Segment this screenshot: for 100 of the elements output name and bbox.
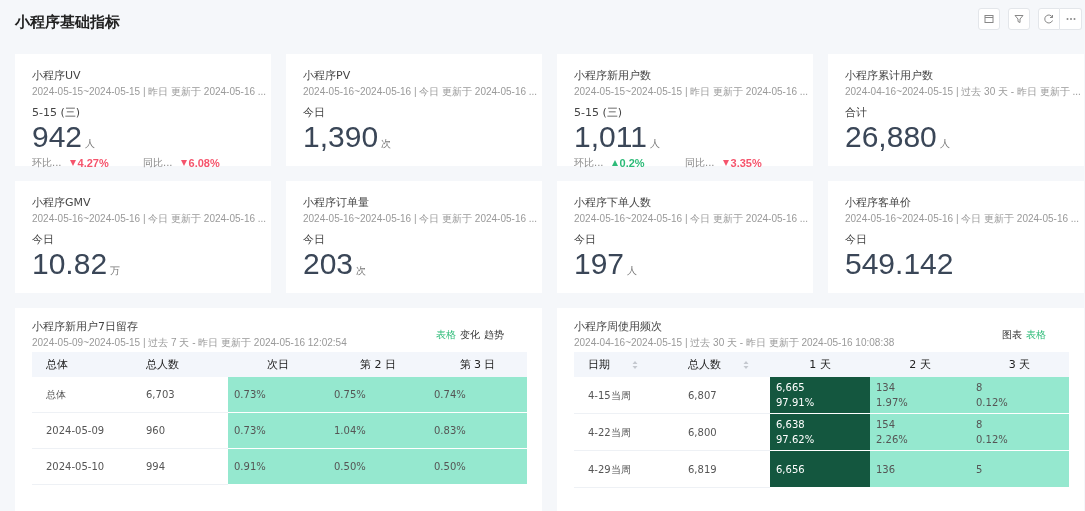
heat-cell: 0.50% [428, 448, 527, 485]
comparison-value: 0.2% [619, 157, 645, 169]
metric-value: 1,390 [303, 120, 379, 154]
panel-meta: 2024-04-16~2024-05-15 | 过去 30 天 - 昨日 更新于 2024-05-16 10:08:38 [574, 336, 895, 350]
card-meta: 2024-05-15~2024-05-15 | 昨日 更新于 2024-05-16 ... [32, 85, 268, 99]
heat-cell: 1.04% [328, 412, 428, 449]
card-title: 小程序客单价 [845, 195, 912, 210]
card-title: 小程序UV [32, 68, 82, 83]
table-cell: 4-15当周 [574, 377, 674, 414]
column-header: 总人数 [146, 358, 179, 371]
comparison-label: 环比... [574, 156, 604, 170]
calendar-icon [984, 14, 994, 24]
column-header: 第 2 日 [360, 358, 396, 371]
sort-icon[interactable] [743, 359, 749, 370]
card-meta: 2024-04-16~2024-05-15 | 过去 30 天 - 昨日 更新于 ... [845, 85, 1082, 99]
heat-cell: 0.74% [428, 377, 527, 413]
up-triangle-icon [611, 160, 618, 166]
heat-cell: 0.75% [328, 377, 428, 413]
down-triangle-icon [180, 160, 187, 166]
filter-button[interactable] [1008, 8, 1030, 30]
period-label: 合计 [845, 105, 868, 120]
card-meta: 2024-05-16~2024-05-16 | 今日 更新于 2024-05-16 ... [574, 212, 810, 226]
period-label: 5-15 (三) [32, 105, 82, 120]
comparison-value: 4.27% [77, 157, 109, 169]
view-tab[interactable]: 趋势 [484, 319, 504, 350]
more-button[interactable] [1060, 8, 1082, 30]
more-icon [1065, 17, 1076, 21]
heat-cell: 6,665 97.91% [770, 377, 870, 414]
card-title: 小程序GMV [32, 195, 92, 210]
table-cell: 2024-05-09 [32, 412, 132, 449]
period-label: 今日 [32, 232, 55, 247]
period-label: 5-15 (三) [574, 105, 624, 120]
metric-unit: 人 [649, 137, 660, 151]
comparison-value: 6.08% [188, 157, 220, 169]
refresh-button[interactable] [1038, 8, 1060, 30]
comparison-label: 同比... [143, 156, 173, 170]
comparison-label: 同比... [685, 156, 715, 170]
card-title: 小程序新用户数 [574, 68, 652, 83]
heat-cell: 8 0.12% [970, 413, 1069, 451]
panel-title: 小程序新用户7日留存 [32, 319, 139, 334]
card-meta: 2024-05-16~2024-05-16 | 今日 更新于 2024-05-16 ... [303, 85, 539, 99]
view-tab[interactable]: 图表 [1002, 319, 1022, 350]
heat-cell: 154 2.26% [870, 413, 970, 451]
column-header: 2 天 [909, 358, 931, 371]
card-meta: 2024-05-15~2024-05-15 | 昨日 更新于 2024-05-16 ... [574, 85, 810, 99]
heat-cell: 134 1.97% [870, 377, 970, 414]
card-meta: 2024-05-16~2024-05-16 | 今日 更新于 2024-05-16 ... [845, 212, 1081, 226]
sort-icon[interactable] [632, 359, 638, 370]
down-triangle-icon [69, 160, 76, 166]
card-title: 小程序PV [303, 68, 352, 83]
column-header: 第 3 日 [459, 358, 496, 371]
heat-cell: 0.73% [228, 377, 328, 413]
column-header[interactable]: 日期 [588, 357, 610, 372]
heat-cell: 0.73% [228, 412, 328, 449]
column-header: 3 天 [1008, 358, 1031, 371]
metric-unit: 次 [356, 264, 367, 278]
comparison-value: 3.35% [730, 157, 762, 169]
metric-unit: 人 [627, 264, 638, 278]
panel-title: 小程序周使用频次 [574, 319, 663, 334]
period-label: 今日 [303, 232, 326, 247]
metric-unit: 人 [939, 137, 950, 151]
column-header: 总体 [46, 358, 68, 371]
heat-cell: 5 [970, 450, 1069, 488]
metric-value: 26,880 [845, 120, 937, 154]
card-title: 小程序订单量 [303, 195, 370, 210]
comparison-label: 环比... [32, 156, 62, 170]
period-label: 今日 [845, 232, 868, 247]
metric-unit: 次 [381, 137, 392, 151]
metric-value: 203 [303, 247, 354, 281]
table-cell: 2024-05-10 [32, 448, 132, 485]
page-title: 小程序基础指标 [15, 12, 120, 32]
heat-cell: 0.50% [328, 448, 428, 485]
metric-value: 197 [574, 247, 625, 281]
metric-value: 942 [32, 120, 83, 154]
heat-cell: 0.91% [228, 448, 328, 485]
metric-unit: 万 [110, 264, 121, 278]
table-cell: 4-22当周 [574, 413, 674, 451]
card-meta: 2024-05-16~2024-05-16 | 今日 更新于 2024-05-16 ... [32, 212, 268, 226]
filter-icon [1014, 14, 1024, 24]
heat-cell: 136 [870, 450, 970, 488]
metric-value: 1,011 [574, 120, 647, 154]
table-cell: 4-29当周 [574, 450, 674, 488]
table-cell: 总体 [32, 377, 132, 413]
metric-value: 549.142 [845, 247, 954, 281]
panel-meta: 2024-05-09~2024-05-15 | 过去 7 天 - 昨日 更新于 2024-05-16 12:02:54 [32, 336, 347, 350]
column-header: 次日 [267, 358, 289, 371]
view-tab[interactable]: 变化 [460, 319, 480, 350]
card-title: 小程序累计用户数 [845, 68, 934, 83]
calendar-button[interactable] [978, 8, 1000, 30]
metric-unit: 人 [85, 137, 96, 151]
down-triangle-icon [722, 160, 729, 166]
column-header: 1 天 [809, 358, 831, 371]
refresh-icon [1044, 14, 1054, 24]
card-meta: 2024-05-16~2024-05-16 | 今日 更新于 2024-05-16 ... [303, 212, 539, 226]
period-label: 今日 [303, 105, 326, 120]
heat-cell: 6,656 [770, 450, 870, 488]
card-title: 小程序下单人数 [574, 195, 652, 210]
heat-cell: 8 0.12% [970, 377, 1069, 414]
heat-cell: 6,638 97.62% [770, 413, 870, 451]
heat-cell: 0.83% [428, 412, 527, 449]
